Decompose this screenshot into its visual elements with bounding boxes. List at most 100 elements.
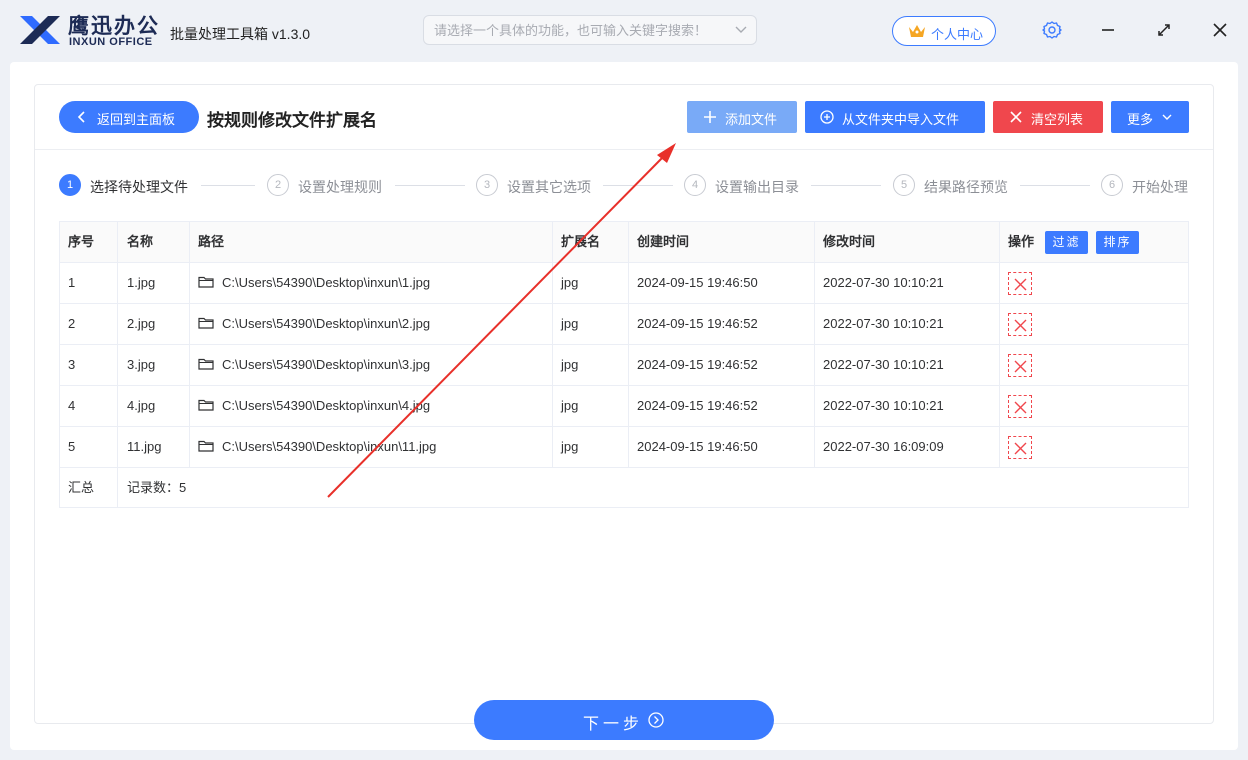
close-window-button[interactable] — [1206, 16, 1234, 44]
row-index: 2 — [68, 316, 76, 331]
chevron-down-icon[interactable] — [734, 20, 748, 40]
close-icon — [1213, 23, 1227, 37]
personal-center-button[interactable]: 个人中心 — [892, 16, 996, 46]
step-connector — [1020, 185, 1090, 186]
filter-button[interactable]: 过滤 — [1045, 231, 1088, 254]
summary-label: 汇总 — [68, 480, 95, 495]
x-icon — [1010, 111, 1022, 123]
row-path-cell: C:\Users\54390\Desktop\inxun\2.jpg — [189, 304, 552, 344]
folder-icon — [198, 399, 214, 411]
row-index: 5 — [68, 439, 76, 454]
crown-icon — [909, 25, 925, 37]
row-name: 2.jpg — [117, 304, 189, 344]
more-button[interactable]: 更多 — [1111, 101, 1189, 133]
table-row: 2 2.jpg C:\Users\54390\Desktop\inxun\2.j… — [60, 304, 1188, 345]
row-created: 2024-09-15 19:46:50 — [628, 263, 814, 303]
row-index: 4 — [68, 398, 76, 413]
step-number: 5 — [893, 174, 915, 196]
header-ops: 操作 — [1008, 234, 1035, 249]
next-step-button[interactable]: 下一步 — [474, 700, 774, 740]
folder-icon — [198, 440, 214, 452]
delete-row-button[interactable] — [1008, 395, 1032, 418]
clear-list-button[interactable]: 清空列表 — [993, 101, 1103, 133]
search-input[interactable] — [434, 16, 724, 44]
add-file-label: 添加文件 — [725, 112, 778, 127]
row-ops — [999, 263, 1190, 303]
row-path-cell: C:\Users\54390\Desktop\inxun\3.jpg — [189, 345, 552, 385]
app-title: 批量处理工具箱 v1.3.0 — [170, 26, 311, 42]
import-folder-button[interactable]: 从文件夹中导入文件 — [805, 101, 985, 133]
title-bar: 鹰迅办公 INXUN OFFICE 批量处理工具箱 v1.3.0 个人中心 — [0, 0, 1248, 62]
row-path: C:\Users\54390\Desktop\inxun\1.jpg — [222, 275, 431, 290]
table-row: 1 1.jpg C:\Users\54390\Desktop\inxun\1.j… — [60, 263, 1188, 304]
header-ext: 扩展名 — [552, 222, 628, 262]
function-search[interactable] — [423, 15, 757, 45]
row-path-cell: C:\Users\54390\Desktop\inxun\1.jpg — [189, 263, 552, 303]
step-label: 设置输出目录 — [715, 179, 799, 195]
delete-icon — [1014, 278, 1027, 291]
brand-name-en: INXUN OFFICE — [69, 36, 153, 48]
row-created: 2024-09-15 19:46:50 — [628, 427, 814, 467]
table-row: 3 3.jpg C:\Users\54390\Desktop\inxun\3.j… — [60, 345, 1188, 386]
back-label: 返回到主面板 — [97, 112, 176, 127]
row-ext: jpg — [552, 345, 628, 385]
minimize-icon — [1102, 29, 1114, 31]
row-ops — [999, 427, 1190, 467]
minimize-button[interactable] — [1094, 16, 1122, 44]
step-number: 2 — [267, 174, 289, 196]
header-index: 序号 — [68, 234, 95, 249]
row-name: 11.jpg — [117, 427, 189, 467]
gear-icon — [1042, 21, 1062, 39]
header-name: 名称 — [117, 222, 189, 262]
record-count: 记录数：5 — [117, 468, 517, 507]
folder-icon — [198, 358, 214, 370]
step-number: 4 — [684, 174, 706, 196]
row-created: 2024-09-15 19:46:52 — [628, 345, 814, 385]
table-row: 4 4.jpg C:\Users\54390\Desktop\inxun\4.j… — [60, 386, 1188, 427]
clear-list-label: 清空列表 — [1031, 112, 1084, 127]
delete-row-button[interactable] — [1008, 272, 1032, 295]
step-label: 设置其它选项 — [507, 179, 591, 195]
row-name: 3.jpg — [117, 345, 189, 385]
header-modified: 修改时间 — [814, 222, 999, 262]
more-label: 更多 — [1127, 112, 1154, 127]
page-title: 按规则修改文件扩展名 — [207, 111, 377, 130]
row-path: C:\Users\54390\Desktop\inxun\2.jpg — [222, 316, 431, 331]
settings-button[interactable] — [1038, 16, 1066, 44]
header-path: 路径 — [189, 222, 552, 262]
delete-row-button[interactable] — [1008, 354, 1032, 377]
delete-icon — [1014, 360, 1027, 373]
delete-icon — [1014, 442, 1027, 455]
sort-button[interactable]: 排序 — [1096, 231, 1139, 254]
file-table: 序号 名称 路径 扩展名 创建时间 修改时间 操作 过滤 排序 1 1.jpg … — [59, 221, 1189, 508]
step-number: 6 — [1101, 174, 1123, 196]
maximize-button[interactable] — [1150, 16, 1178, 44]
delete-row-button[interactable] — [1008, 436, 1032, 459]
maximize-icon — [1158, 24, 1170, 36]
row-modified: 2022-07-30 10:10:21 — [814, 386, 999, 426]
step-number: 1 — [59, 174, 81, 196]
row-ops — [999, 386, 1190, 426]
row-ext: jpg — [552, 427, 628, 467]
step-label: 结果路径预览 — [924, 179, 1008, 195]
step-connector — [603, 185, 673, 186]
row-path-cell: C:\Users\54390\Desktop\inxun\11.jpg — [189, 427, 552, 467]
row-ops — [999, 304, 1190, 344]
step-connector — [395, 185, 465, 186]
row-ext: jpg — [552, 386, 628, 426]
row-modified: 2022-07-30 16:09:09 — [814, 427, 999, 467]
row-created: 2024-09-15 19:46:52 — [628, 386, 814, 426]
header-created: 创建时间 — [628, 222, 814, 262]
import-folder-label: 从文件夹中导入文件 — [842, 112, 960, 127]
row-name: 4.jpg — [117, 386, 189, 426]
folder-icon — [198, 276, 214, 288]
add-file-button[interactable]: 添加文件 — [687, 101, 797, 133]
row-index: 1 — [68, 275, 76, 290]
row-ext: jpg — [552, 304, 628, 344]
row-modified: 2022-07-30 10:10:21 — [814, 263, 999, 303]
row-modified: 2022-07-30 10:10:21 — [814, 345, 999, 385]
back-to-main-button[interactable]: 返回到主面板 — [59, 101, 199, 133]
delete-row-button[interactable] — [1008, 313, 1032, 336]
row-ext: jpg — [552, 263, 628, 303]
row-ops — [999, 345, 1190, 385]
